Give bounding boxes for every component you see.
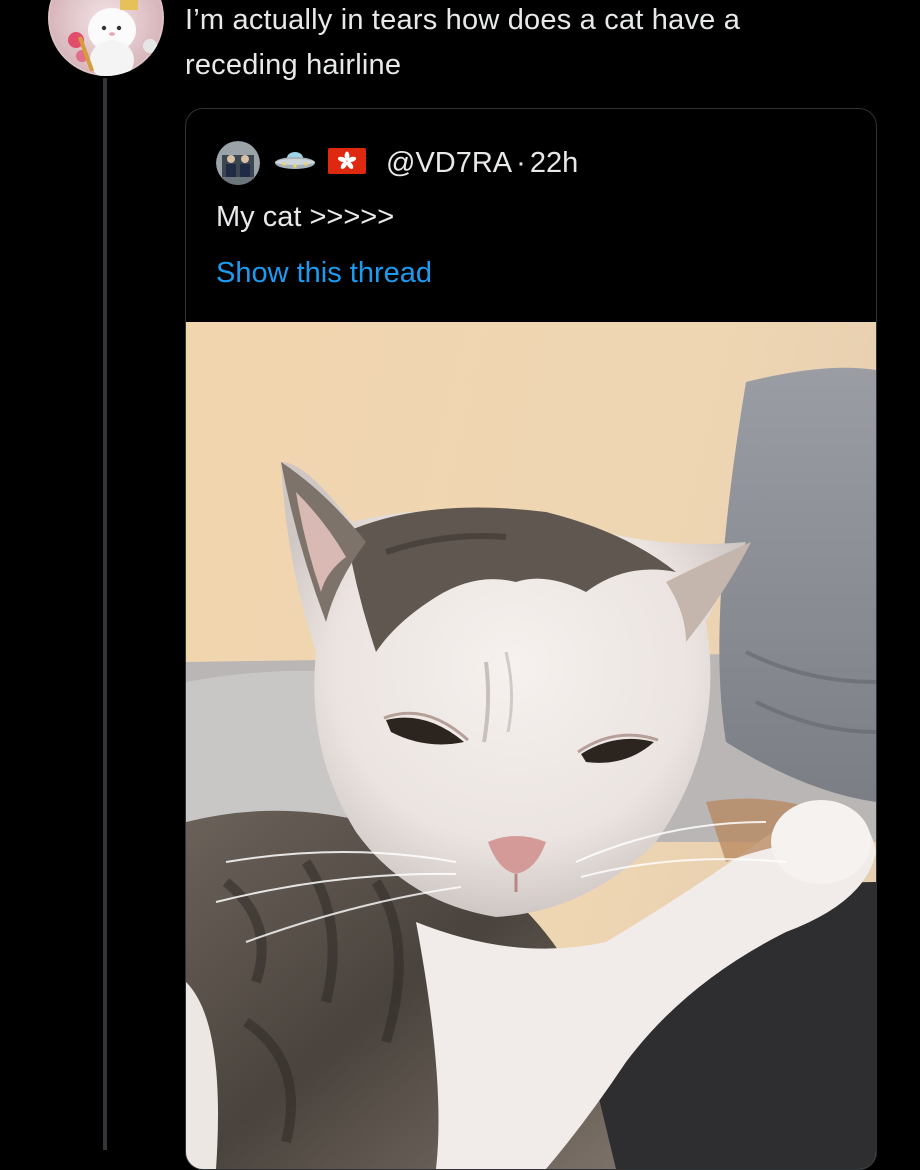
cat-photo[interactable] — [186, 322, 876, 1169]
user-avatar-icon[interactable] — [216, 141, 260, 185]
show-thread-link[interactable]: Show this thread — [216, 257, 432, 290]
quoted-tweet-header: @VD7RA · 22h — [216, 141, 578, 185]
ufo-icon — [274, 148, 316, 179]
hong-kong-flag-icon — [328, 147, 366, 179]
bunny-avatar-icon[interactable] — [46, 0, 166, 78]
tweet-text: I’m actually in tears how does a cat hav… — [185, 0, 885, 88]
quoted-tweet-text: My cat >>>>> — [216, 201, 395, 233]
separator-dot: · — [516, 146, 526, 179]
tweet-text-line-2: receding hairline — [185, 49, 402, 81]
quoted-tweet-card[interactable]: @VD7RA · 22h My cat >>>>> Show this thre… — [185, 108, 877, 1170]
quoted-user-handle[interactable]: @VD7RA — [386, 147, 512, 180]
quoted-timestamp[interactable]: 22h — [530, 147, 578, 180]
tweet-text-line-1: I’m actually in tears how does a cat hav… — [185, 4, 741, 36]
thread-connector-line — [103, 78, 107, 1150]
